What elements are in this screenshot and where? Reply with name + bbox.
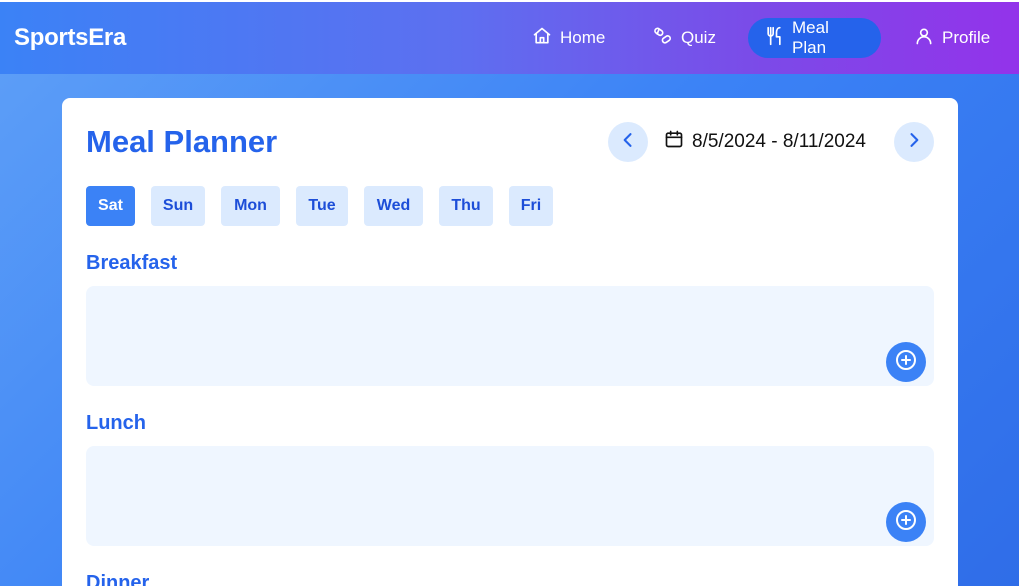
lunch-section	[86, 446, 934, 546]
page-title: Meal Planner	[86, 124, 278, 159]
nav-home[interactable]: Home	[516, 18, 621, 58]
breakfast-heading: Breakfast	[86, 252, 178, 274]
plus-circle-icon	[894, 348, 918, 377]
nav-home-label: Home	[560, 28, 606, 47]
next-week-button[interactable]	[894, 122, 934, 162]
date-range: 8/5/2024 - 8/11/2024	[664, 128, 866, 156]
brand-logo[interactable]: SportsEra	[14, 24, 126, 52]
chevron-left-icon	[618, 130, 638, 155]
plus-circle-icon	[894, 508, 918, 537]
tab-day-fri[interactable]: Fri	[509, 186, 553, 226]
utensils-icon	[764, 26, 784, 51]
tab-day-thu[interactable]: Thu	[439, 186, 493, 226]
breakfast-section	[86, 286, 934, 386]
tab-day-tue[interactable]: Tue	[296, 186, 348, 226]
nav-quiz[interactable]: Quiz	[637, 18, 732, 58]
tab-day-sun[interactable]: Sun	[151, 186, 205, 226]
nav-meal-plan[interactable]: Meal Plan	[748, 18, 881, 58]
dinner-heading: Dinner	[86, 572, 150, 586]
nav-meal-plan-label: Meal Plan	[792, 18, 829, 57]
chevron-right-icon	[904, 130, 924, 155]
previous-week-button[interactable]	[608, 122, 648, 162]
top-navbar: SportsEra Home Quiz Meal Plan Profile	[0, 0, 1019, 74]
nav-quiz-label: Quiz	[681, 28, 716, 47]
user-icon	[914, 26, 934, 51]
add-lunch-button[interactable]	[886, 502, 926, 542]
pills-icon	[653, 26, 673, 51]
add-breakfast-button[interactable]	[886, 342, 926, 382]
tab-day-mon[interactable]: Mon	[221, 186, 280, 226]
meal-planner-card: Meal Planner 8/5/2024 - 8/11/2024 Sat Su…	[62, 98, 958, 586]
date-range-text: 8/5/2024 - 8/11/2024	[692, 131, 866, 152]
tab-day-wed[interactable]: Wed	[364, 186, 423, 226]
nav-profile-label: Profile	[942, 28, 991, 47]
tab-day-sat[interactable]: Sat	[86, 186, 135, 226]
lunch-heading: Lunch	[86, 412, 146, 434]
home-icon	[532, 26, 552, 51]
calendar-icon	[664, 129, 684, 155]
nav-profile[interactable]: Profile	[898, 18, 1006, 58]
